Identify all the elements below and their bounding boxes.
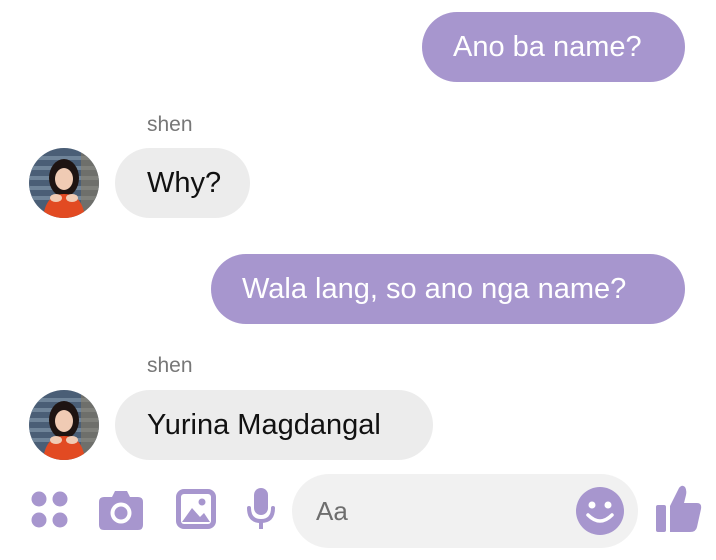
thumbs-up-icon[interactable] xyxy=(655,484,703,534)
avatar[interactable] xyxy=(29,148,99,218)
message-bubble-incoming[interactable]: Yurina Magdangal xyxy=(115,390,433,460)
apps-icon[interactable] xyxy=(30,490,70,530)
message-input-placeholder: Aa xyxy=(316,496,348,526)
chat-screen: Ano ba name? shen Why? Wala lang, so ano… xyxy=(0,0,716,560)
microphone-icon[interactable] xyxy=(246,486,276,532)
avatar[interactable] xyxy=(29,390,99,460)
gallery-icon[interactable] xyxy=(175,488,217,530)
message-text: Wala lang, so ano nga name? xyxy=(242,272,627,305)
message-text: Ano ba name? xyxy=(453,30,642,63)
message-text: Yurina Magdangal xyxy=(147,408,381,441)
camera-icon[interactable] xyxy=(98,489,144,531)
message-bubble-outgoing[interactable]: Wala lang, so ano nga name? xyxy=(211,254,685,324)
sender-name: shen xyxy=(147,354,193,377)
sender-name: shen xyxy=(147,113,193,136)
emoji-icon[interactable] xyxy=(575,486,625,541)
message-bubble-outgoing[interactable]: Ano ba name? xyxy=(422,12,685,82)
message-text: Why? xyxy=(147,166,222,199)
message-input[interactable]: Aa xyxy=(292,474,638,548)
message-bubble-incoming[interactable]: Why? xyxy=(115,148,250,218)
